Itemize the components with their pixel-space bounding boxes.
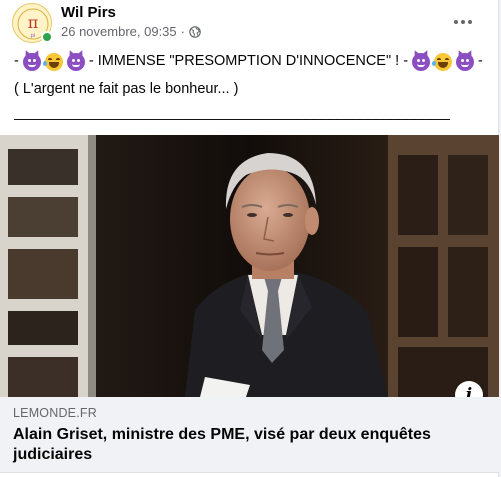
smiling-imp-emoji [456,52,475,71]
post-headline-text: - IMMENSE "PRESOMPTION D'INNOCENCE" ! - [88,53,409,69]
more-options-icon [454,20,458,24]
avatar-glyph: π [28,13,39,32]
text-dash: - [478,53,483,69]
post-timestamp[interactable]: 26 novembre, 09:35 [61,24,177,40]
link-preview-image[interactable] [0,135,499,397]
rolling-laughing-emoji [42,52,63,71]
post-text-line-2: ( L'argent ne fait pas le bonheur... ) [14,81,239,97]
feed-post: π pi Wil Pirs 26 novembre, 09:35 · - - I… [0,0,499,477]
link-headline[interactable]: Alain Griset, ministre des PME, visé par… [13,425,483,465]
globe-icon[interactable] [189,26,201,38]
link-domain: LEMONDE.FR [13,406,97,420]
more-options-icon-dot [461,20,465,24]
smiling-imp-emoji [22,52,41,71]
text-dash: - [14,53,19,69]
post-meta: 26 novembre, 09:35 · [61,24,201,40]
post-text-line-1: - - IMMENSE "PRESOMPTION D'INNOCENCE" ! … [14,52,494,71]
avatar-caption: pi [31,33,36,39]
author-name[interactable]: Wil Pirs [61,4,116,22]
rolling-laughing-emoji [432,52,453,71]
more-options-button[interactable] [447,6,479,38]
post-text-divider: ________________________________________… [14,105,450,121]
online-status-indicator [41,31,53,43]
smiling-imp-emoji [412,52,431,71]
smiling-imp-emoji [66,52,85,71]
post-header: π pi Wil Pirs 26 novembre, 09:35 · [0,0,499,44]
more-options-icon-dot [468,20,472,24]
meta-separator: · [180,24,185,39]
link-preview[interactable]: LEMONDE.FR Alain Griset, ministre des PM… [0,397,499,473]
